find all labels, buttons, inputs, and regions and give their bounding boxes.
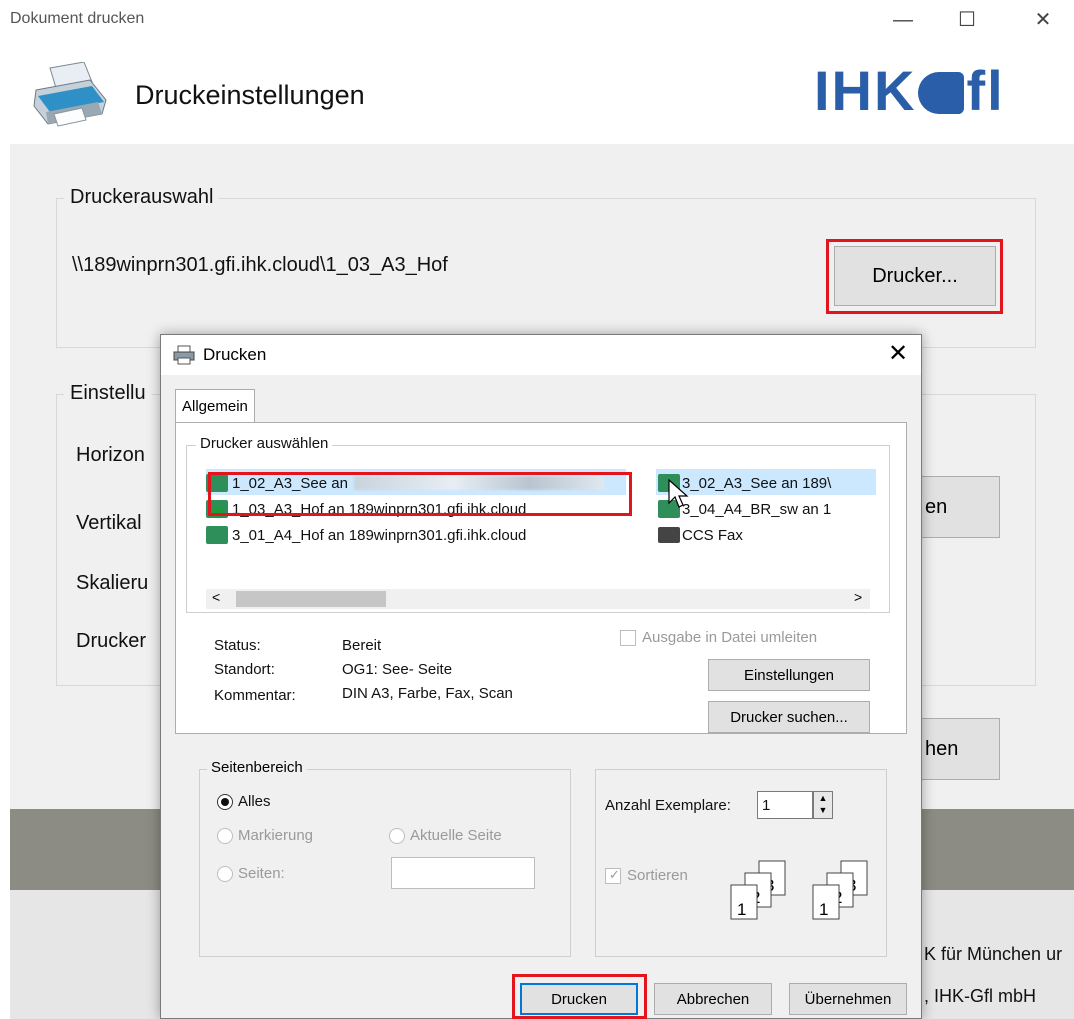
collate-option[interactable]: ✓ Sortieren: [605, 867, 688, 884]
close-button[interactable]: ✕: [1020, 4, 1066, 36]
page-range-label: Seitenbereich: [207, 759, 307, 776]
printer-item-label: 3_04_A4_BR_sw an 1: [682, 500, 832, 518]
printer-icon: [206, 526, 228, 544]
current-printer-path: \\189winprn301.gfi.ihk.cloud\1_03_A3_Hof: [72, 254, 448, 276]
svg-text:1: 1: [737, 900, 746, 919]
printer-selection-label: Druckerauswahl: [64, 186, 220, 209]
window-title: Dokument drucken: [10, 10, 145, 27]
tab-allgemein[interactable]: Allgemein: [175, 389, 255, 423]
dialog-close-icon[interactable]: ✕: [881, 339, 915, 368]
apply-button[interactable]: Übernehmen: [789, 983, 907, 1015]
radio-current-page-label: Aktuelle Seite: [410, 827, 502, 844]
printer-list-label: Drucker auswählen: [196, 435, 333, 452]
copies-label: Anzahl Exemplare:: [605, 797, 731, 814]
print-to-file-option[interactable]: Ausgabe in Datei umleiten: [620, 629, 817, 646]
radio-all-label: Alles: [238, 793, 271, 810]
scrollbar-thumb[interactable]: [236, 591, 386, 607]
company-logo: IHK fl: [814, 58, 1005, 123]
printer-item[interactable]: CCS Fax: [658, 523, 743, 547]
location-label: Standort:: [214, 661, 275, 678]
general-panel: Drucker auswählen 1_02_A3_See an 1_03_A3…: [175, 422, 907, 734]
settings-row-printer: Drucker: [76, 630, 147, 652]
location-value: OG1: See- Seite: [342, 661, 453, 678]
comment-value: DIN A3, Farbe, Fax, Scan: [342, 685, 513, 702]
print-to-file-checkbox[interactable]: [620, 629, 636, 646]
radio-all[interactable]: [217, 793, 233, 810]
print-dialog: Drucken ✕ Allgemein Drucker auswählen 1_…: [160, 334, 922, 1019]
collate-label: Sortieren: [627, 867, 688, 884]
status-value: Bereit: [342, 637, 382, 654]
minimize-button[interactable]: —: [880, 4, 926, 36]
dialog-printer-icon: [173, 345, 195, 365]
comment-label: Kommentar:: [214, 687, 296, 704]
radio-selection-option[interactable]: Markierung: [217, 827, 313, 844]
copies-stepper[interactable]: 1: [757, 791, 813, 819]
dialog-title: Drucken: [203, 345, 267, 364]
settings-row-vertical: Vertikal: [76, 512, 142, 534]
radio-current-page-option[interactable]: Aktuelle Seite: [389, 827, 502, 844]
printer-icon: [33, 62, 107, 127]
header-title: Druckeinstellungen: [135, 80, 365, 110]
radio-all-option[interactable]: Alles: [217, 793, 271, 810]
logo-text-2: fl: [966, 59, 1005, 122]
maximize-button[interactable]: ☐: [944, 4, 990, 36]
collate-checkbox[interactable]: ✓: [605, 867, 621, 884]
highlight-printer-button: [826, 239, 1003, 314]
printer-item-label: 3_02_A3_See an 189\: [682, 474, 832, 492]
einstellungen-button[interactable]: Einstellungen: [708, 659, 870, 691]
settings-row-scaling: Skalieru: [76, 572, 149, 594]
footer-line-2: , IHK-Gfl mbH: [924, 986, 1037, 1006]
scroll-right-icon[interactable]: >: [854, 589, 862, 605]
highlight-print-button: [512, 974, 647, 1019]
settings-row-horizontal: Horizon: [76, 444, 145, 466]
radio-selection[interactable]: [217, 827, 233, 844]
print-to-file-label: Ausgabe in Datei umleiten: [642, 629, 818, 646]
printer-item-label: 3_01_A4_Hof an 189winprn301.gfi.ihk.clou…: [232, 526, 527, 544]
radio-current-page[interactable]: [389, 827, 405, 844]
highlight-selected-printer: [208, 472, 632, 516]
svg-text:1: 1: [819, 900, 828, 919]
dialog-titlebar: [161, 335, 921, 375]
radio-selection-label: Markierung: [238, 827, 314, 844]
printer-item-label: CCS Fax: [682, 526, 743, 544]
find-printer-button[interactable]: Drucker suchen...: [708, 701, 870, 733]
mouse-cursor-icon: [668, 479, 689, 508]
cancel-button[interactable]: Abbrechen: [654, 983, 772, 1015]
footer-line-1: K für München ur: [924, 944, 1063, 964]
radio-pages[interactable]: [217, 865, 233, 882]
printer-item[interactable]: 3_01_A4_Hof an 189winprn301.gfi.ihk.clou…: [206, 523, 526, 547]
horizontal-scrollbar[interactable]: < >: [206, 589, 870, 609]
settings-group-label: Einstellu: [64, 382, 152, 405]
status-label: Status:: [214, 637, 261, 654]
scroll-left-icon[interactable]: <: [212, 589, 220, 605]
radio-pages-option[interactable]: Seiten:: [217, 865, 285, 882]
collate-illustration-icon: 3 2 1 3 2 1: [730, 860, 868, 920]
copies-value[interactable]: 1: [762, 797, 770, 814]
pages-input[interactable]: [391, 857, 535, 889]
copies-spin-buttons[interactable]: ▲ ▼: [813, 791, 833, 819]
logo-text: IHK: [814, 59, 917, 122]
radio-pages-label: Seiten:: [238, 865, 285, 882]
fax-icon: [658, 527, 680, 543]
logo-g-mark: [918, 72, 965, 114]
